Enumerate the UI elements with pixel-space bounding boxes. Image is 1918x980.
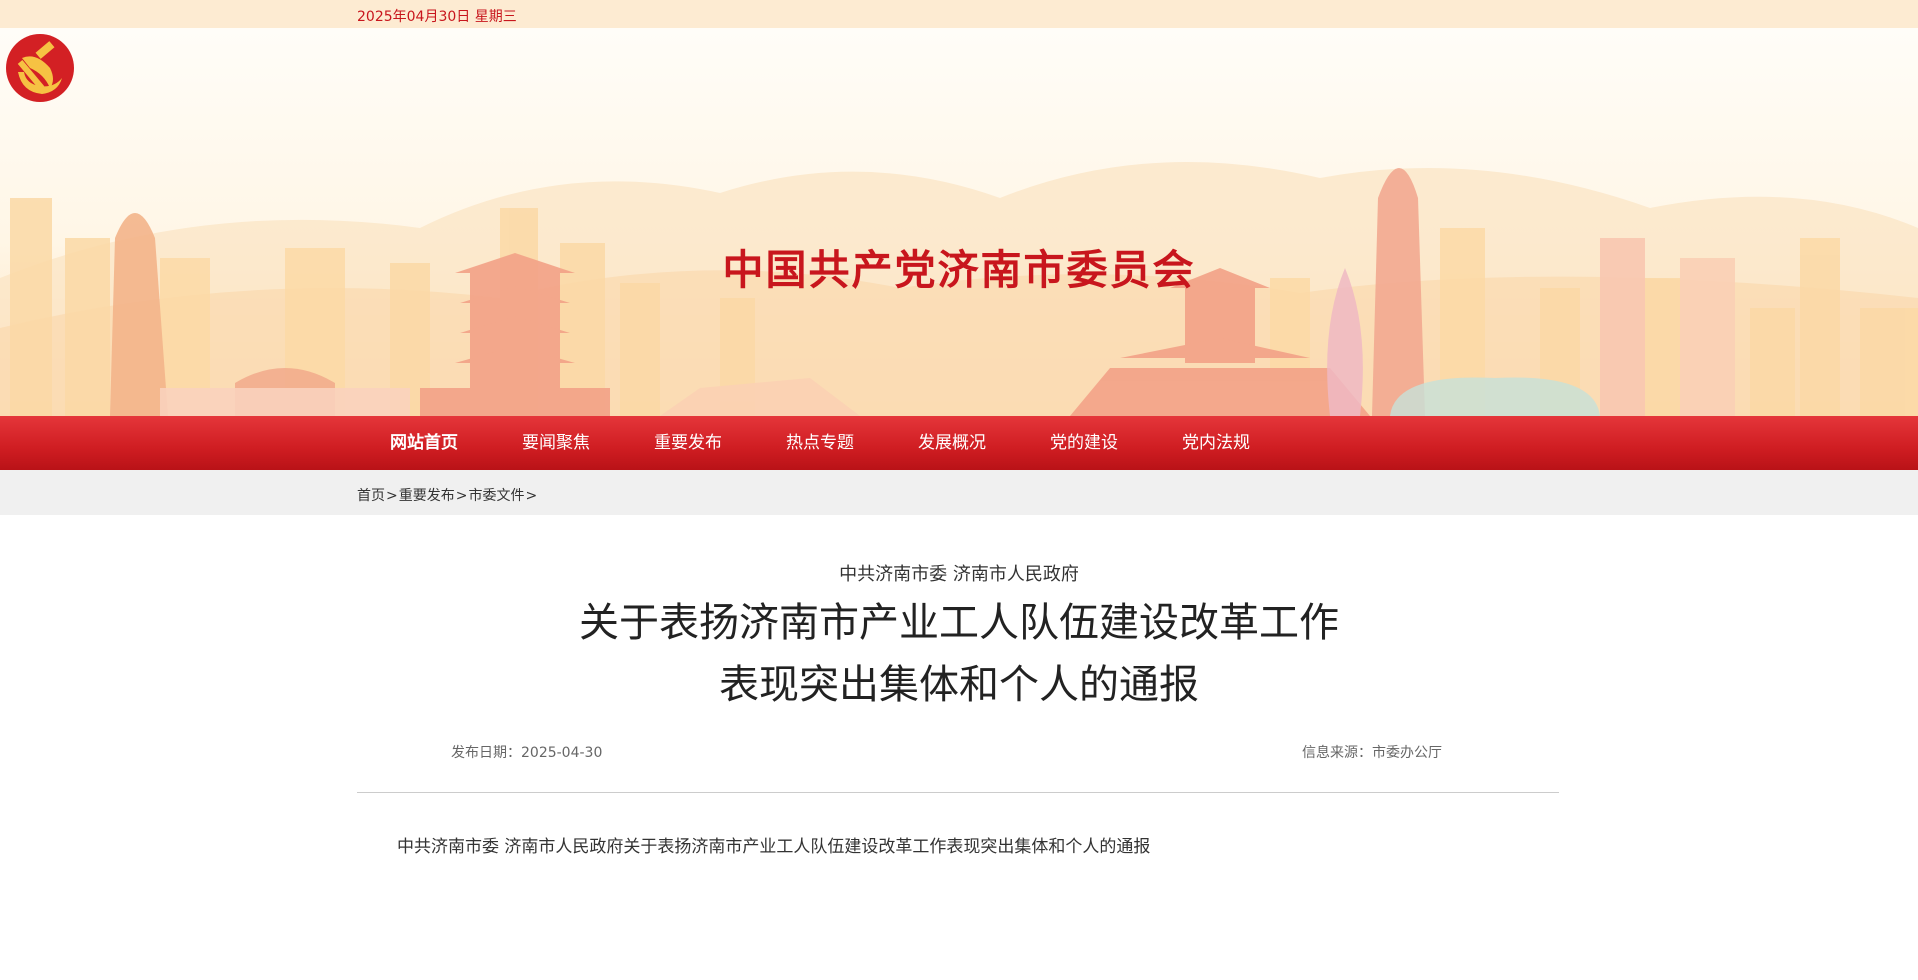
nav-item-news-focus[interactable]: 要闻聚焦 (490, 416, 622, 470)
breadcrumb-link-home[interactable]: 首页 (357, 488, 385, 504)
breadcrumb: 首页>重要发布>市委文件> (0, 470, 1918, 515)
nav-item-party-regulations[interactable]: 党内法规 (1150, 416, 1282, 470)
nav-item-important-releases[interactable]: 重要发布 (622, 416, 754, 470)
breadcrumb-separator: > (455, 488, 468, 504)
nav-item-home[interactable]: 网站首页 (357, 416, 490, 470)
breadcrumb-link-important-releases[interactable]: 重要发布 (399, 488, 455, 504)
article-body: 中共济南市委 济南市人民政府关于表扬济南市产业工人队伍建设改革工作表现突出集体和… (397, 837, 1151, 857)
breadcrumb-separator: > (525, 488, 538, 504)
breadcrumb-link-municipal-documents[interactable]: 市委文件 (468, 488, 524, 504)
info-source: 信息来源：市委办公厅 (1302, 745, 1442, 761)
article-title: 关于表扬济南市产业工人队伍建设改革工作 表现突出集体和个人的通报 (0, 592, 1918, 716)
article-title-line-2: 表现突出集体和个人的通报 (719, 662, 1199, 708)
top-bar: 2025年04月30日 星期三 (0, 0, 1918, 28)
party-emblem-icon (6, 34, 74, 102)
city-skyline-illustration (0, 162, 1918, 416)
publish-date: 发布日期：2025-04-30 (451, 745, 603, 761)
divider (357, 792, 1559, 793)
breadcrumb-separator: > (386, 488, 398, 504)
article-title-line-1: 关于表扬济南市产业工人队伍建设改革工作 (579, 600, 1339, 646)
nav-item-hot-topics[interactable]: 热点专题 (754, 416, 886, 470)
nav-item-development-overview[interactable]: 发展概况 (886, 416, 1018, 470)
article-issuer: 中共济南市委 济南市人民政府 (839, 564, 1079, 585)
nav-item-party-building[interactable]: 党的建设 (1018, 416, 1150, 470)
site-title: 中国共产党济南市委员会 (722, 246, 1196, 294)
main-navigation: 网站首页 要闻聚焦 重要发布 热点专题 发展概况 党的建设 党内法规 (0, 416, 1918, 470)
current-date: 2025年04月30日 星期三 (357, 9, 517, 25)
header-banner: 中国共产党济南市委员会 (0, 28, 1918, 416)
